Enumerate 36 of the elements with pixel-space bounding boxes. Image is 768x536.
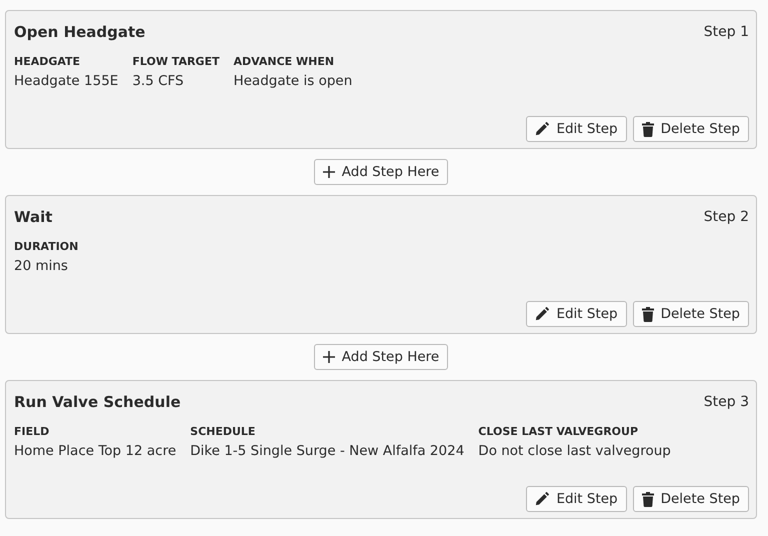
field-value: 3.5 CFS [132, 72, 185, 91]
add-step-button[interactable]: Add Step Here [314, 159, 448, 185]
edit-step-button[interactable]: Edit Step [526, 486, 627, 512]
field-label: DURATION [14, 240, 78, 254]
field-value: Dike 1-5 Single Surge - New Alfalfa 2024 [190, 442, 464, 461]
field-label: ADVANCE WHEN [233, 55, 336, 69]
field-label: SCHEDULE [190, 425, 256, 439]
step-number: Step 3 [704, 394, 749, 410]
pencil-icon [535, 122, 550, 136]
edit-step-button[interactable]: Edit Step [526, 301, 627, 327]
field-value: Do not close last valvegroup [478, 442, 671, 461]
step-number: Step 1 [704, 24, 749, 40]
delete-step-button[interactable]: Delete Step [632, 301, 749, 327]
field-value: Home Place Top 12 acre [14, 442, 176, 461]
trash-icon [642, 306, 654, 322]
field-label: FLOW TARGET [132, 55, 220, 69]
field-label: FIELD [14, 425, 50, 439]
delete-step-button[interactable]: Delete Step [632, 116, 749, 142]
field-value: 20 mins [14, 257, 69, 276]
pencil-icon [535, 307, 550, 321]
step-title: Open Headgate [14, 23, 146, 41]
field-label: HEADGATE [14, 55, 82, 69]
plus-icon [322, 166, 335, 178]
field-value: Headgate 155E [14, 72, 118, 91]
delete-step-button[interactable]: Delete Step [632, 486, 749, 512]
step-title: Wait [14, 208, 52, 226]
field-value: Headgate is open [233, 72, 352, 91]
step-title: Run Valve Schedule [14, 393, 181, 411]
step-number: Step 2 [704, 209, 749, 225]
pencil-icon [535, 492, 550, 506]
plus-icon [322, 351, 335, 363]
edit-step-button[interactable]: Edit Step [526, 116, 627, 142]
add-step-button[interactable]: Add Step Here [314, 344, 448, 370]
trash-icon [642, 492, 654, 506]
field-label: CLOSE LAST VALVEGROUP [478, 425, 640, 439]
trash-icon [642, 122, 654, 136]
